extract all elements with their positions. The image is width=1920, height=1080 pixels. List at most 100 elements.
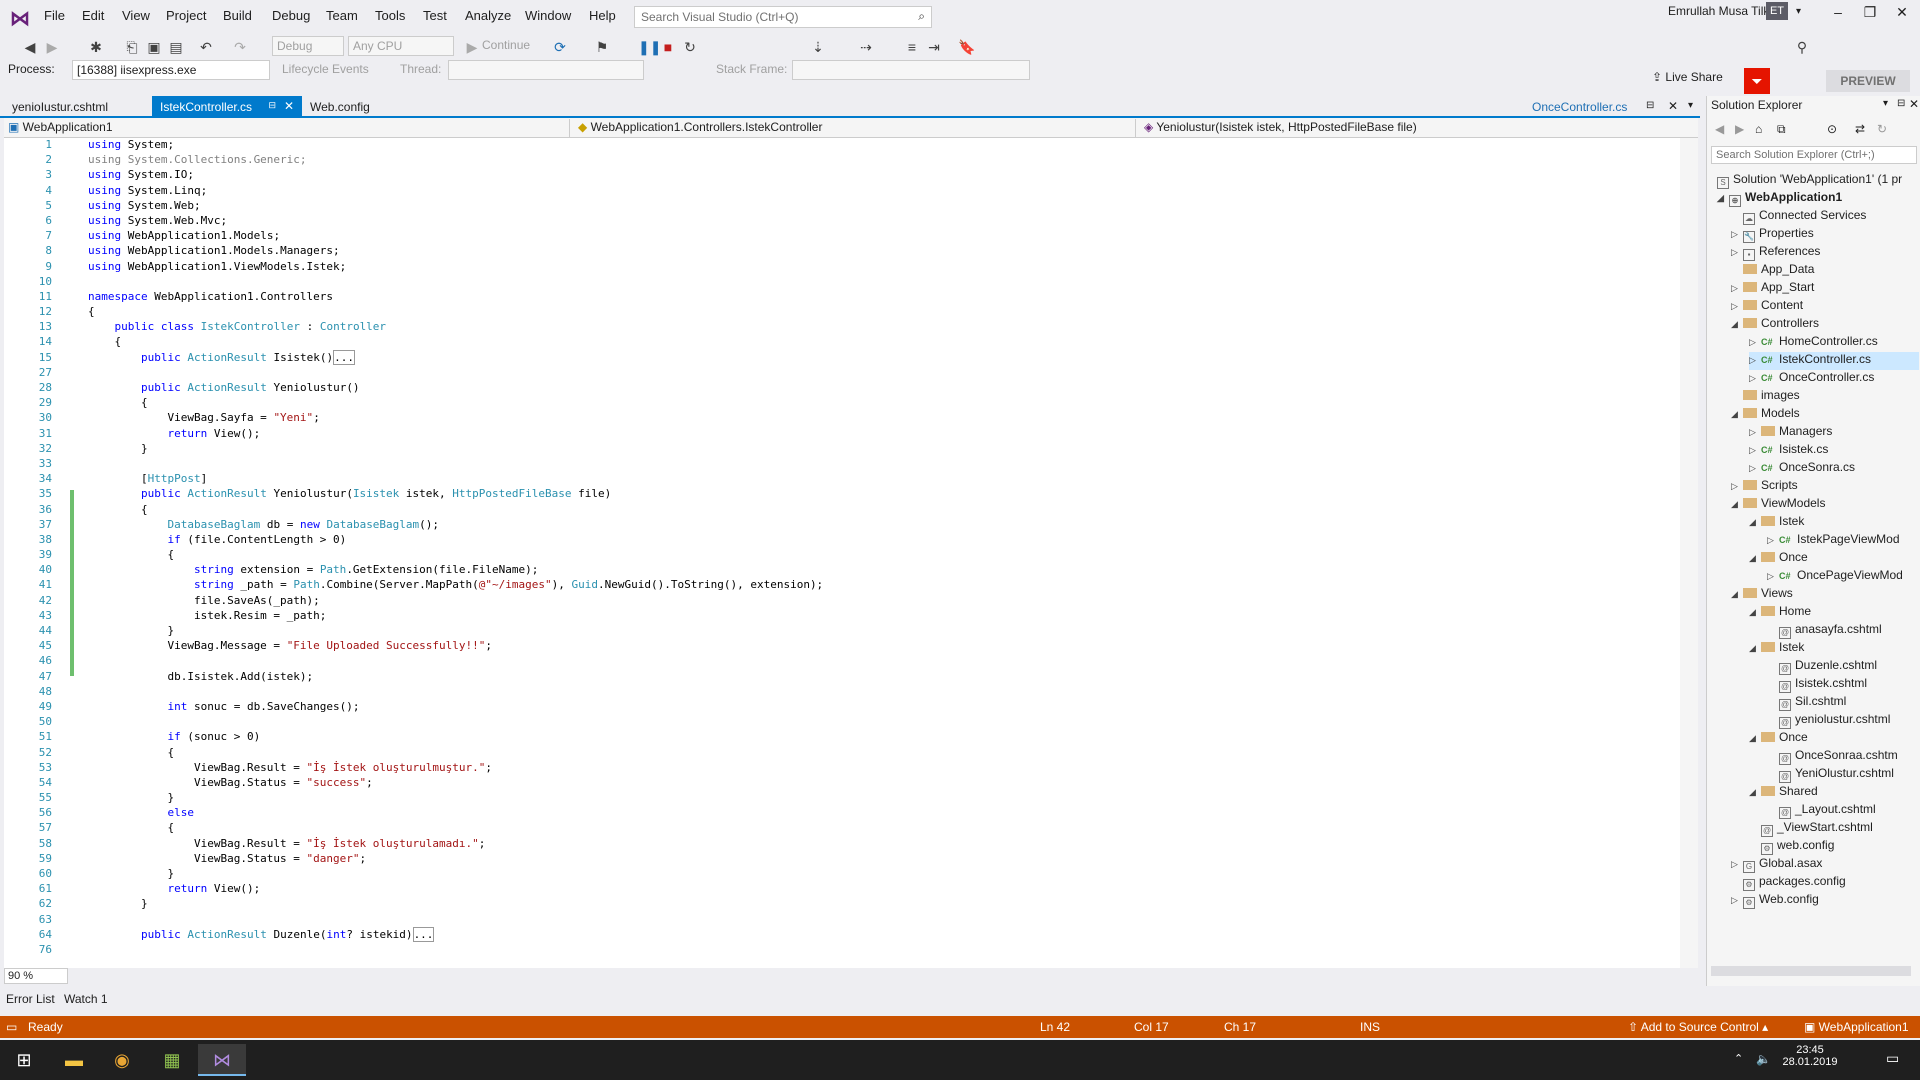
continue-play-icon[interactable]: ▶ xyxy=(464,39,480,55)
step-over-icon[interactable]: ⇢ xyxy=(858,39,874,55)
tree-node-solution[interactable]: S Solution 'WebApplication1' (1 pr xyxy=(1717,172,1902,190)
collapsed-arrow-icon[interactable]: ▷ xyxy=(1767,571,1779,582)
format-document-icon[interactable]: ≡ xyxy=(904,39,920,55)
comment-out-icon[interactable]: ⇥ xyxy=(926,39,942,55)
code-text[interactable]: using System; using System.Collections.G… xyxy=(88,138,823,943)
menu-project[interactable]: Project xyxy=(166,8,206,23)
tree-node-app-start[interactable]: ▷ App_Start xyxy=(1731,280,1814,298)
tree-node-connected-services[interactable]: ☁ Connected Services xyxy=(1731,208,1866,226)
collapsed-arrow-icon[interactable]: ▷ xyxy=(1731,247,1743,258)
feedback-funnel-icon[interactable]: ⏷ xyxy=(1744,68,1770,94)
preview-badge[interactable]: PREVIEW xyxy=(1826,70,1910,92)
expanded-arrow-icon[interactable]: ◢ xyxy=(1749,607,1761,618)
switch-views-icon[interactable]: ⧉ xyxy=(1777,122,1786,137)
tree-node-content[interactable]: ▷ Content xyxy=(1731,298,1803,316)
solution-explorer-search-input[interactable]: Search Solution Explorer (Ctrl+;) xyxy=(1711,146,1917,164)
tab-yeniolustur-cshtml[interactable]: yenioIustur.cshtml xyxy=(4,96,116,118)
tree-node-web-config[interactable]: ▷ ⚙ Web.config xyxy=(1731,892,1819,910)
tab-error-list[interactable]: Error List xyxy=(6,992,55,1006)
menu-view[interactable]: View xyxy=(122,8,150,23)
visual-studio-taskbar-icon[interactable]: ⋈ xyxy=(198,1044,246,1076)
tree-node-controllers[interactable]: ◢ Controllers xyxy=(1731,316,1819,334)
save-icon[interactable]: ▣ xyxy=(146,39,162,55)
tree-node-models[interactable]: ◢ Models xyxy=(1731,406,1800,424)
expanded-arrow-icon[interactable]: ◢ xyxy=(1731,499,1743,510)
tree-node-oncesonra-cs[interactable]: ▷ C# OnceSonra.cs xyxy=(1749,460,1855,478)
collapsed-arrow-icon[interactable]: ▷ xyxy=(1749,373,1761,384)
expanded-arrow-icon[interactable]: ◢ xyxy=(1731,589,1743,600)
tree-node-isistek-cshtml[interactable]: @ Isistek.cshtml xyxy=(1767,676,1867,694)
tree-node-istekcontroller[interactable]: ▷ C# IstekController.cs xyxy=(1749,352,1919,370)
tree-node-anasayfa[interactable]: @ anasayfa.cshtml xyxy=(1767,622,1882,640)
user-name[interactable]: Emrullah Musa Tilki xyxy=(1668,4,1772,18)
new-project-icon[interactable]: ✱ xyxy=(88,39,104,55)
redo-icon[interactable]: ↷ xyxy=(232,39,248,55)
tree-node-images[interactable]: images xyxy=(1731,388,1800,406)
tab-istekcontroller-cs[interactable]: IstekController.cs ⊟ ✕ xyxy=(152,96,302,118)
tree-node-sil[interactable]: @ Sil.cshtml xyxy=(1767,694,1846,712)
browser-link-icon[interactable]: ⚑ xyxy=(594,39,610,55)
tree-node-duzenle[interactable]: @ Duzenle.cshtml xyxy=(1767,658,1877,676)
process-select[interactable]: [16388] iisexpress.exe xyxy=(72,60,270,80)
tree-node-oncepageviewmodel[interactable]: ▷ C# OncePageViewMod xyxy=(1767,568,1903,586)
undo-icon[interactable]: ↶ xyxy=(198,39,214,55)
tab-watch-1[interactable]: Watch 1 xyxy=(64,992,108,1006)
close-panel-icon[interactable]: ✕ xyxy=(1909,97,1919,111)
se-horizontal-scrollbar[interactable] xyxy=(1711,966,1911,976)
close-tab-icon[interactable]: ✕ xyxy=(1668,99,1678,113)
collapsed-arrow-icon[interactable]: ▷ xyxy=(1749,355,1761,366)
live-share-button[interactable]: ⇪ Live Share xyxy=(1652,70,1723,84)
menu-window[interactable]: Window xyxy=(525,8,571,23)
stack-frame-select[interactable] xyxy=(792,60,1030,80)
tree-node-views-web-config[interactable]: ⚙ web.config xyxy=(1749,838,1834,856)
tree-node-yeniolustur[interactable]: @ yeniolustur.cshtml xyxy=(1767,712,1890,730)
collapsed-arrow-icon[interactable]: ▷ xyxy=(1749,445,1761,456)
add-to-source-control-button[interactable]: ⇧ Add to Source Control ▴ xyxy=(1628,1020,1768,1034)
visual-studio-logo-icon[interactable]: ⋈ xyxy=(10,6,34,30)
app-icon[interactable]: ▦ xyxy=(148,1044,196,1076)
expanded-arrow-icon[interactable]: ◢ xyxy=(1749,643,1761,654)
expanded-arrow-icon[interactable]: ◢ xyxy=(1717,193,1729,204)
tree-node-viewmodels[interactable]: ◢ ViewModels xyxy=(1731,496,1825,514)
code-editor[interactable]: 1 2 3 4 5 6 7 8 9 10 11 12 13 14 15 27 2… xyxy=(4,138,1684,968)
expanded-arrow-icon[interactable]: ◢ xyxy=(1749,553,1761,564)
class-select[interactable]: ◆ WebApplication1.Controllers.IstekContr… xyxy=(574,119,1136,137)
collapsed-arrow-icon[interactable]: ▷ xyxy=(1731,301,1743,312)
panel-options-chevron-icon[interactable]: ▾ xyxy=(1883,98,1888,109)
user-dropdown-chevron-icon[interactable]: ▾ xyxy=(1796,6,1801,17)
file-explorer-icon[interactable]: ▬ xyxy=(50,1044,98,1076)
user-avatar[interactable]: ET xyxy=(1766,2,1788,20)
menu-test[interactable]: Test xyxy=(423,8,447,23)
tree-node-properties[interactable]: ▷ 🔧 Properties xyxy=(1731,226,1814,244)
menu-edit[interactable]: Edit xyxy=(82,8,104,23)
tree-node-packages-config[interactable]: ⚙ packages.config xyxy=(1731,874,1846,892)
tree-node-istekpageviewmodel[interactable]: ▷ C# IstekPageViewMod xyxy=(1767,532,1900,550)
windows-start-icon[interactable]: ⊞ xyxy=(0,1044,48,1076)
minimize-window-button[interactable]: – xyxy=(1822,4,1854,26)
tab-oncecontroller-cs[interactable]: OnceController.cs xyxy=(1524,96,1635,118)
menu-file[interactable]: File xyxy=(44,8,65,23)
tree-node-layout[interactable]: @ _Layout.cshtml xyxy=(1767,802,1876,820)
tree-node-oncecontroller[interactable]: ▷ C# OnceController.cs xyxy=(1749,370,1874,388)
thread-select[interactable] xyxy=(448,60,644,80)
restart-icon[interactable]: ⟳ xyxy=(552,39,568,55)
menu-team[interactable]: Team xyxy=(326,8,358,23)
tree-node-viewstart[interactable]: @ _ViewStart.cshtml xyxy=(1749,820,1873,838)
close-tab-icon[interactable]: ✕ xyxy=(284,99,294,113)
save-all-icon[interactable]: ▤ xyxy=(168,39,184,55)
stop-debugging-icon[interactable]: ■ xyxy=(660,39,676,55)
collapsed-arrow-icon[interactable]: ▷ xyxy=(1731,283,1743,294)
collapsed-arrow-icon[interactable]: ▷ xyxy=(1749,337,1761,348)
tree-node-views[interactable]: ◢ Views xyxy=(1731,586,1793,604)
tree-node-viewmodels-once[interactable]: ◢ Once xyxy=(1749,550,1808,568)
member-select[interactable]: ◈ Yeniolustur(Isistek istek, HttpPostedF… xyxy=(1140,119,1696,137)
tree-node-views-home[interactable]: ◢ Home xyxy=(1749,604,1811,622)
expanded-arrow-icon[interactable]: ◢ xyxy=(1749,787,1761,798)
repository-button[interactable]: ▣ WebApplication1 xyxy=(1804,1020,1909,1034)
tree-node-oncesonraa[interactable]: @ OnceSonraa.cshtm xyxy=(1767,748,1898,766)
tree-node-app-data[interactable]: App_Data xyxy=(1731,262,1814,280)
home-icon[interactable]: ⌂ xyxy=(1755,122,1762,136)
collapsed-arrow-icon[interactable]: ▷ xyxy=(1749,463,1761,474)
bookmark-icon[interactable]: 🔖 xyxy=(958,39,975,55)
open-file-icon[interactable]: ⎗ xyxy=(124,39,140,55)
